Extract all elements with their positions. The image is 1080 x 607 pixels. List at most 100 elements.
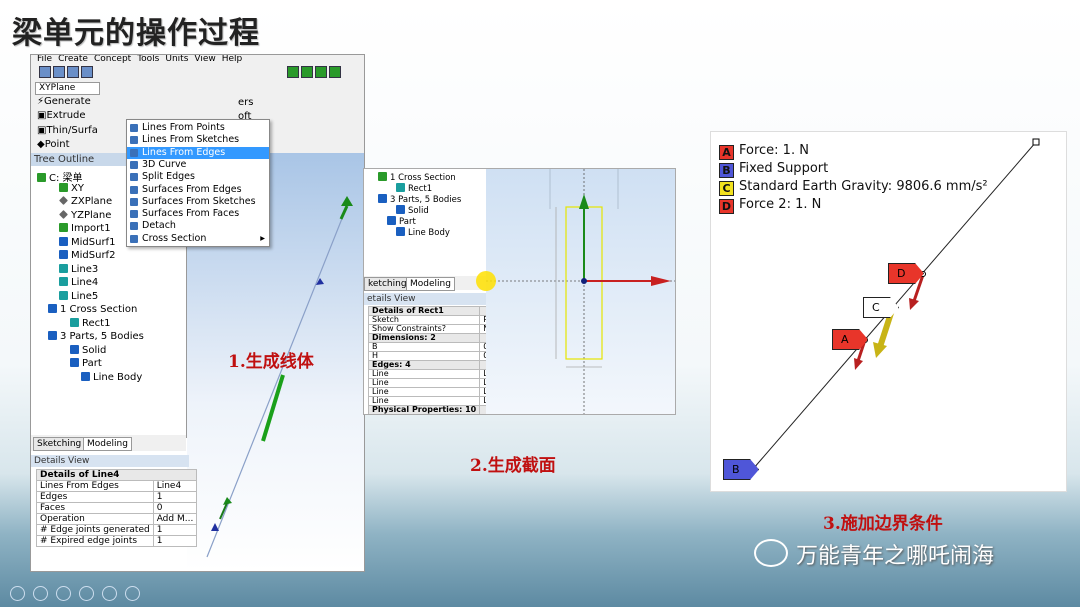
x-axis-arrow-icon (651, 276, 671, 286)
tree-item[interactable]: Line4 (59, 277, 98, 288)
tree-item[interactable]: Import1 (59, 223, 111, 234)
toolbar-1 (31, 64, 364, 80)
menu-item[interactable]: Surfaces From Edges (127, 184, 269, 196)
tree-item-label: 1 Cross Section (60, 304, 138, 315)
tree-item-label: Part (82, 358, 102, 369)
plane-select[interactable]: XYPlane (35, 82, 100, 95)
details-value[interactable]: Line4 (152, 480, 198, 492)
tab-modeling[interactable]: Modeling (406, 277, 455, 291)
sketch-viewport[interactable] (486, 169, 675, 414)
menu-item-label: Cross Section (142, 232, 207, 244)
save-icon[interactable] (53, 66, 65, 78)
submenu-arrow-icon: ▸ (260, 232, 265, 244)
tree-item[interactable]: Rect1 (70, 317, 110, 329)
menu-bar: File Create Concept Tools Units View Help (31, 55, 364, 64)
select-body-icon[interactable] (315, 66, 327, 78)
tree-item-label: YZPlane (71, 209, 112, 221)
details-key: B (367, 342, 481, 352)
menu-help[interactable]: Help (222, 55, 243, 64)
nav-zoom-icon[interactable] (102, 586, 117, 601)
nav-menu-icon[interactable] (79, 586, 94, 601)
menu-units[interactable]: Units (165, 55, 188, 64)
tab-sketching[interactable]: ketching (364, 277, 411, 291)
details-view-header: etails View (364, 293, 487, 305)
details-value[interactable]: 1 (152, 524, 198, 536)
tree-item-label: Rect1 (408, 184, 433, 194)
tree-item[interactable]: Line Body (396, 227, 450, 238)
tree-item[interactable]: Solid (396, 205, 429, 216)
tree-item[interactable]: MidSurf1 (59, 236, 115, 248)
menu-item[interactable]: Cross Section ▸ (127, 233, 269, 245)
tree-node-icon (378, 194, 387, 203)
generate-button[interactable]: ⚡Generate (37, 96, 91, 107)
export-icon[interactable] (67, 66, 79, 78)
tab-modeling[interactable]: Modeling (83, 437, 132, 451)
tree-item[interactable]: 1 Cross Section (48, 304, 137, 315)
menu-tools[interactable]: Tools (137, 55, 159, 64)
tree-item[interactable]: 3 Parts, 5 Bodies (378, 194, 461, 205)
menu-item-label: Lines From Points (142, 122, 225, 133)
beam-end-node (1032, 138, 1040, 146)
tree-item-label: Line4 (71, 277, 99, 288)
menu-item[interactable]: Surfaces From Faces (127, 208, 269, 220)
import-icon[interactable] (81, 66, 93, 78)
menu-item[interactable]: Lines From Sketches (127, 134, 269, 146)
point-button[interactable]: ◆Point (37, 139, 70, 150)
menu-item[interactable]: 3D Curve (127, 159, 269, 171)
tree-node-icon (59, 209, 68, 219)
boundary-conditions-screenshot: A Force: 1. N B Fixed Support C Standard Eart… (710, 131, 1067, 492)
menu-item-label: 3D Curve (142, 158, 187, 170)
nav-more-icon[interactable] (125, 586, 140, 601)
menu-item-icon (130, 148, 138, 157)
tree-node-icon (81, 371, 90, 381)
tree-item[interactable]: Part (387, 216, 416, 227)
tree-item[interactable]: Rect1 (396, 183, 432, 194)
menu-item[interactable]: Detach (127, 220, 269, 232)
menu-item[interactable]: Lines From Points (127, 122, 269, 134)
tab-strip: Sketching Modeling (31, 435, 186, 451)
details-key: Operation (36, 513, 154, 525)
designmodeler-screenshot: File Create Concept Tools Units View Help XYPl… (30, 54, 365, 572)
details-value[interactable]: 1 (152, 491, 198, 503)
tree-item[interactable]: YZPlane (59, 210, 111, 221)
nav-prev-icon[interactable] (10, 586, 25, 601)
menu-item-label: Surfaces From Faces (142, 208, 240, 220)
menu-create[interactable]: Create (58, 55, 88, 64)
thin-surface-button[interactable]: ▣Thin/Surfa (37, 125, 98, 136)
menu-item-icon (130, 210, 138, 219)
select-point-icon[interactable] (329, 66, 341, 78)
tree-node-icon (37, 173, 46, 182)
slide-title: 梁单元的操作过程 (12, 16, 260, 51)
tree-item[interactable]: XY (59, 182, 84, 194)
tree-item[interactable]: Line3 (59, 263, 98, 275)
menu-file[interactable]: File (37, 55, 52, 64)
tree-node-icon (59, 250, 68, 259)
tree-item[interactable]: Line5 (59, 290, 98, 302)
menu-item[interactable]: Split Edges (127, 171, 269, 183)
tab-sketching[interactable]: Sketching (33, 437, 86, 451)
details-value[interactable]: Add M... (152, 513, 198, 525)
tree-item[interactable]: ZXPlane (59, 196, 112, 207)
tree-item[interactable]: 3 Parts, 5 Bodies (48, 331, 144, 342)
details-value[interactable]: 1 (152, 535, 198, 547)
details-row: Lines From Edges Line4 (36, 480, 198, 492)
tree-item[interactable]: Solid (70, 344, 106, 356)
tree-node-icon (396, 205, 405, 214)
menu-view[interactable]: View (194, 55, 215, 64)
new-icon[interactable] (39, 66, 51, 78)
details-row: Operation Add M... (36, 513, 198, 525)
tree-node-icon (59, 223, 68, 232)
menu-item[interactable]: Lines From Edges (127, 146, 269, 159)
extrude-button[interactable]: ▣Extrude (37, 110, 86, 121)
menu-concept[interactable]: Concept (94, 55, 131, 64)
tree-item[interactable]: MidSurf2 (59, 250, 115, 261)
tree-item[interactable]: Line Body (81, 371, 142, 383)
nav-pen-icon[interactable] (56, 586, 71, 601)
select-edge-icon[interactable] (301, 66, 313, 78)
nav-play-icon[interactable] (33, 586, 48, 601)
tree-item[interactable]: Part (70, 358, 102, 369)
details-value[interactable]: 0 (152, 502, 198, 514)
tree-item[interactable]: 1 Cross Section (378, 172, 456, 183)
menu-item[interactable]: Surfaces From Sketches (127, 196, 269, 208)
select-face-icon[interactable] (287, 66, 299, 78)
